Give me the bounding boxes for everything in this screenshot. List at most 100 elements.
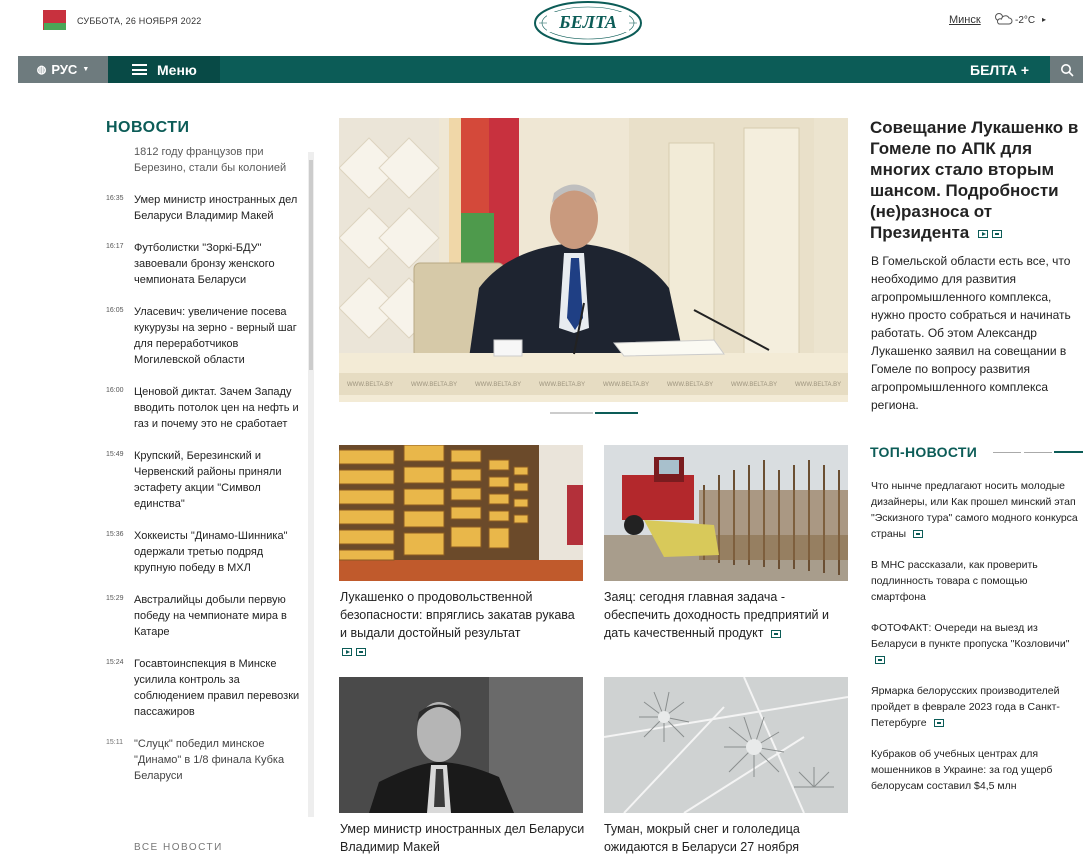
top-news-tab-indicator[interactable] (993, 452, 1021, 453)
news-item[interactable]: 16:35 Умер министр иностранных дел Белару… (106, 192, 306, 224)
news-item[interactable]: 15:29 Австралийцы добыли первую победу на… (106, 592, 306, 640)
video-icon (978, 229, 988, 238)
top-news-item[interactable]: Кубраков об учебных центрах для мошенник… (871, 746, 1081, 794)
hero-watermark: WWW.BELTA.BY (667, 382, 713, 388)
card-headline-text[interactable]: Заяц: сегодня главная задача - обеспечит… (604, 590, 829, 640)
news-text[interactable]: Австралийцы добыли первую победу на чемп… (134, 592, 306, 640)
chevron-down-icon: ▼ (82, 66, 90, 73)
photo-icon (875, 656, 885, 665)
temperature: -2°C (1015, 15, 1036, 26)
card-image[interactable] (604, 445, 848, 581)
logo-text: БЕЛТА (558, 12, 617, 32)
top-news-text[interactable]: Что нынче предлагают носить молодые диза… (871, 480, 1078, 540)
news-text[interactable]: Уласевич: увеличение посева кукурузы на … (134, 304, 306, 368)
photo-icon (992, 229, 1002, 238)
top-news-item[interactable]: Что нынче предлагают носить молодые диза… (871, 478, 1081, 542)
slider-dot[interactable] (550, 412, 593, 414)
frost-branches-photo (604, 677, 848, 813)
news-item[interactable]: 15:49 Крупский, Березинский и Червенский … (106, 448, 306, 512)
news-time: 15:29 (106, 595, 124, 602)
news-time: 16:05 (106, 307, 124, 314)
news-time: 15:11 (106, 739, 123, 746)
news-text[interactable]: 1812 году французов при Березино, стали … (134, 144, 306, 176)
top-news-tab-indicator-active[interactable] (1054, 451, 1083, 453)
menu-button[interactable]: Меню (108, 56, 220, 83)
news-time: 16:00 (106, 387, 124, 394)
news-heading[interactable]: НОВОСТИ (106, 119, 190, 137)
card-image[interactable] (604, 677, 848, 813)
hero-headline[interactable]: Совещание Лукашенко в Гомеле по АПК для … (870, 117, 1080, 243)
photo-icon (771, 629, 781, 638)
news-text[interactable]: Футболистки "Зоркі-БДУ" завоевали бронзу… (134, 240, 306, 288)
top-news-item[interactable]: Ярмарка белорусских производителей пройд… (871, 683, 1081, 731)
corn-harvest-photo (604, 445, 848, 581)
hero-photo: WWW.BELTA.BY WWW.BELTA.BY WWW.BELTA.BY W… (339, 118, 848, 402)
news-time: 16:17 (106, 243, 124, 250)
news-item[interactable]: 15:36 Хоккеисты "Динамо-Шинника" одержали… (106, 528, 306, 576)
top-news-tab-indicator[interactable] (1024, 452, 1052, 453)
portrait-photo (339, 677, 583, 813)
card-headline-text[interactable]: Лукашенко о продовольственной безопаснос… (340, 590, 575, 640)
photo-icon (933, 719, 944, 728)
card-image[interactable] (339, 445, 583, 581)
card-headline[interactable]: Умер министр иностранных дел Беларуси Вл… (340, 820, 585, 856)
hero-watermark: WWW.BELTA.BY (475, 382, 521, 388)
search-icon (1060, 63, 1074, 77)
news-time: 15:49 (106, 451, 124, 458)
belta-logo[interactable]: БЕЛТА (533, 0, 643, 46)
news-scrollbar-thumb[interactable] (309, 160, 313, 370)
hero-image[interactable]: WWW.BELTA.BY WWW.BELTA.BY WWW.BELTA.BY W… (339, 118, 848, 402)
news-text[interactable]: Хоккеисты "Динамо-Шинника" одержали трет… (134, 528, 306, 576)
news-item[interactable]: 16:05 Уласевич: увеличение посева кукуруз… (106, 304, 306, 368)
news-item[interactable]: 15:24 Госавтоинспекция в Минске усилила к… (106, 656, 306, 720)
news-item[interactable]: 16:00 Ценовой диктат. Зачем Западу вводит… (106, 384, 306, 432)
top-news-text[interactable]: Кубраков об учебных центрах для мошенник… (871, 748, 1052, 792)
news-time: 16:35 (106, 195, 124, 202)
cheese-warehouse-photo (339, 445, 583, 581)
top-news-heading[interactable]: ТОП-НОВОСТИ (870, 444, 977, 460)
top-news-text[interactable]: ФОТОФАКТ: Очереди на выезд из Беларуси в… (871, 622, 1070, 650)
hero-headline-text[interactable]: Совещание Лукашенко в Гомеле по АПК для … (870, 118, 1078, 242)
video-icon (342, 647, 352, 656)
language-selector[interactable]: ◍ РУС ▼ (18, 56, 108, 83)
top-news-text[interactable]: Ярмарка белорусских производителей пройд… (871, 685, 1060, 729)
news-list: 1812 году французов при Березино, стали … (106, 144, 306, 824)
hero-watermark: WWW.BELTA.BY (795, 382, 841, 388)
card-headline[interactable]: Лукашенко о продовольственной безопаснос… (340, 588, 585, 660)
search-button[interactable] (1050, 56, 1083, 83)
top-news-text[interactable]: В МНС рассказали, как проверить подлинно… (871, 559, 1038, 603)
hero-watermark: WWW.BELTA.BY (603, 382, 649, 388)
cloudy-icon (995, 13, 1013, 25)
slider-dot-active[interactable] (595, 412, 638, 414)
language-label: РУС (51, 62, 78, 77)
card-headline[interactable]: Заяц: сегодня главная задача - обеспечит… (604, 588, 852, 642)
weather-next-icon[interactable]: ▸ (1042, 15, 1046, 24)
top-news-item[interactable]: В МНС рассказали, как проверить подлинно… (871, 557, 1081, 605)
news-item[interactable]: 16:17 Футболистки "Зоркі-БДУ" завоевали б… (106, 240, 306, 288)
news-item[interactable]: 15:11 "Слуцк" победил минское "Динамо" в … (106, 736, 306, 784)
card-image[interactable] (339, 677, 583, 813)
news-time: 15:36 (106, 531, 124, 538)
news-text[interactable]: "Слуцк" победил минское "Динамо" в 1/8 ф… (134, 736, 306, 784)
top-news-list: Что нынче предлагают носить молодые диза… (871, 478, 1081, 809)
belta-plus-link[interactable]: БЕЛТА + (970, 56, 1029, 83)
all-news-link[interactable]: ВСЕ НОВОСТИ (134, 842, 223, 853)
hero-watermark: WWW.BELTA.BY (731, 382, 777, 388)
news-text[interactable]: Госавтоинспекция в Минске усилила контро… (134, 656, 306, 720)
hero-summary: В Гомельской области есть все, что необх… (871, 254, 1071, 412)
belarus-flag-icon (40, 10, 66, 30)
photo-icon (356, 647, 366, 656)
news-item[interactable]: 1812 году французов при Березино, стали … (106, 144, 306, 176)
card-headline[interactable]: Туман, мокрый снег и гололедица ожидаютс… (604, 820, 849, 856)
news-text[interactable]: Ценовой диктат. Зачем Западу вводить пот… (134, 384, 306, 432)
news-time (106, 144, 134, 176)
photo-icon (913, 530, 924, 539)
current-date: СУББОТА, 26 НОЯБРЯ 2022 (77, 16, 202, 26)
top-news-item[interactable]: ФОТОФАКТ: Очереди на выезд из Беларуси в… (871, 620, 1081, 668)
city-selector[interactable]: Минск (949, 14, 981, 26)
news-time: 15:24 (106, 659, 124, 666)
menu-label: Меню (157, 61, 197, 78)
news-text[interactable]: Крупский, Березинский и Червенский район… (134, 448, 306, 512)
news-text[interactable]: Умер министр иностранных дел Беларуси Вл… (134, 192, 306, 224)
hero-watermark: WWW.BELTA.BY (411, 382, 457, 388)
